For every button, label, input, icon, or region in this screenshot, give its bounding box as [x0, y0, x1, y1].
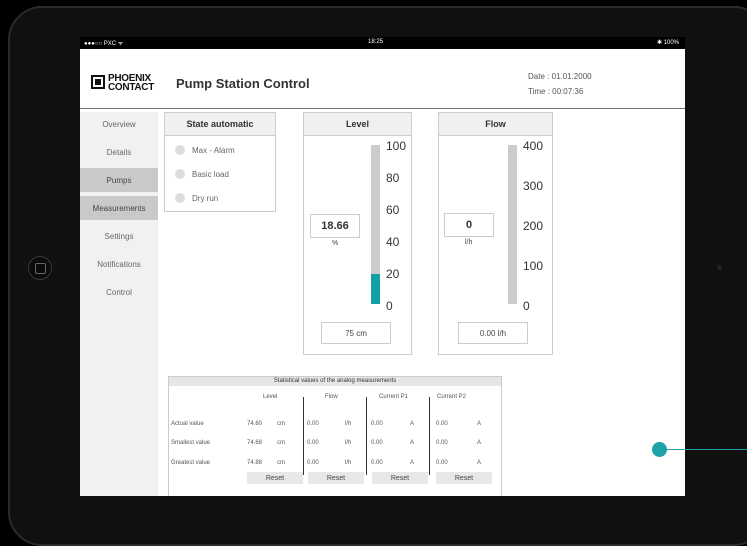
- state-item-label: Basic load: [192, 169, 229, 179]
- column-divider: [366, 397, 367, 475]
- nav-item-details[interactable]: Details: [80, 140, 158, 164]
- phoenix-contact-logo: PHOENIX CONTACT: [91, 74, 169, 94]
- callout-dot: [652, 442, 667, 457]
- nav-item-overview[interactable]: Overview: [80, 112, 158, 136]
- status-bar: ●●●○○ PXC ᯤ 18:25 ✱ 100%: [80, 37, 685, 49]
- state-item-max-alarm: Max - Alarm: [175, 145, 235, 155]
- table-cell: A: [477, 421, 482, 427]
- sidebar-nav: Overview Details Pumps Measurements Sett…: [80, 112, 158, 308]
- table-cell: 74.88: [247, 460, 263, 466]
- level-tick: 100: [386, 139, 407, 153]
- statistics-table: Statistical values of the analog measure…: [168, 376, 502, 496]
- table-cell: A: [477, 460, 482, 466]
- flow-tick: 200: [523, 219, 544, 233]
- col-header-level: Level: [263, 394, 278, 400]
- level-panel: Level 18.66 % 100 80 60 40 20 0 75 cm: [303, 112, 412, 355]
- front-camera: [717, 265, 722, 270]
- state-panel-title: State automatic: [165, 113, 275, 136]
- level-bar-fill: [371, 274, 380, 304]
- table-cell: l/h: [345, 421, 352, 427]
- flow-tick: 400: [523, 139, 544, 153]
- reset-current-p1-button[interactable]: Reset: [372, 472, 428, 484]
- flow-panel: Flow 0 l/h 400 300 200 100 0 0.00 l/h: [438, 112, 553, 355]
- table-cell: A: [410, 421, 415, 427]
- callout-line: [666, 449, 747, 450]
- state-automatic-panel: State automatic Max - Alarm Basic load D…: [164, 112, 276, 212]
- battery-indicator: ✱ 100%: [656, 40, 679, 46]
- table-cell: cm: [277, 440, 285, 446]
- table-cell: l/h: [345, 440, 352, 446]
- indicator-icon: [175, 145, 185, 155]
- table-cell: 0.00: [307, 460, 319, 466]
- table-cell: 0.00: [436, 421, 448, 427]
- indicator-icon: [175, 169, 185, 179]
- logo-text-line2: CONTACT: [108, 82, 155, 93]
- table-cell: cm: [277, 460, 285, 466]
- statistics-title: Statistical values of the analog measure…: [169, 377, 501, 386]
- status-time: 18:25: [368, 39, 384, 45]
- flow-tick: 0: [523, 299, 530, 313]
- state-item-label: Dry run: [192, 193, 219, 203]
- column-divider: [303, 397, 304, 475]
- nav-item-settings[interactable]: Settings: [80, 224, 158, 248]
- table-cell: A: [410, 440, 415, 446]
- level-readout: 75 cm: [321, 322, 391, 344]
- home-button[interactable]: [28, 256, 52, 280]
- level-bar-track: [371, 145, 380, 304]
- flow-readout: 0.00 l/h: [458, 322, 528, 344]
- indicator-icon: [175, 193, 185, 203]
- table-cell: 0.00: [307, 421, 319, 427]
- state-item-label: Max - Alarm: [192, 145, 235, 155]
- flow-tick: 100: [523, 259, 544, 273]
- level-value: 18.66: [310, 214, 360, 238]
- level-tick: 80: [386, 171, 400, 185]
- row-label: Greatest value: [171, 460, 211, 466]
- reset-level-button[interactable]: Reset: [247, 472, 303, 484]
- flow-tick: 300: [523, 179, 544, 193]
- row-label: Smallest value: [171, 440, 211, 446]
- table-cell: 74.68: [247, 440, 263, 446]
- nav-item-control[interactable]: Control: [80, 280, 158, 304]
- table-cell: l/h: [345, 460, 352, 466]
- logo-mark-icon: [91, 75, 105, 89]
- nav-item-notifications[interactable]: Notifications: [80, 252, 158, 276]
- level-tick: 0: [386, 299, 393, 313]
- app-header: PHOENIX CONTACT Pump Station Control Dat…: [80, 49, 685, 109]
- flow-panel-title: Flow: [439, 113, 552, 136]
- column-divider: [429, 397, 430, 475]
- level-tick: 40: [386, 235, 400, 249]
- flow-unit: l/h: [465, 239, 473, 246]
- level-tick: 20: [386, 267, 400, 281]
- table-cell: 0.00: [307, 440, 319, 446]
- level-unit: %: [332, 240, 339, 247]
- level-tick: 60: [386, 203, 400, 217]
- state-item-basic-load: Basic load: [175, 169, 229, 179]
- flow-value: 0: [444, 213, 494, 237]
- col-header-flow: Flow: [325, 394, 338, 400]
- table-cell: 0.00: [436, 440, 448, 446]
- col-header-current-p2: Current P2: [437, 394, 467, 400]
- table-cell: cm: [277, 421, 285, 427]
- col-header-current-p1: Current P1: [379, 394, 409, 400]
- state-item-dry-run: Dry run: [175, 193, 218, 203]
- table-cell: 0.00: [371, 421, 383, 427]
- table-cell: A: [410, 460, 415, 466]
- time-label: Time : 00:07:36: [528, 87, 584, 96]
- table-cell: 0.00: [371, 440, 383, 446]
- table-cell: A: [477, 440, 482, 446]
- flow-bar-track: [508, 145, 517, 304]
- screen: ●●●○○ PXC ᯤ 18:25 ✱ 100% PHOENIX CONTACT…: [80, 37, 685, 496]
- carrier-signal: ●●●○○ PXC ᯤ: [84, 41, 124, 47]
- row-label: Actual value: [171, 421, 204, 427]
- date-label: Date : 01.01.2000: [528, 72, 592, 81]
- level-panel-title: Level: [304, 113, 411, 136]
- page-title: Pump Station Control: [176, 76, 310, 91]
- table-cell: 74.60: [247, 421, 263, 427]
- table-cell: 0.00: [371, 460, 383, 466]
- reset-current-p2-button[interactable]: Reset: [436, 472, 492, 484]
- nav-item-measurements[interactable]: Measurements: [80, 196, 158, 220]
- nav-item-pumps[interactable]: Pumps: [80, 168, 158, 192]
- table-cell: 0.00: [436, 460, 448, 466]
- reset-flow-button[interactable]: Reset: [308, 472, 364, 484]
